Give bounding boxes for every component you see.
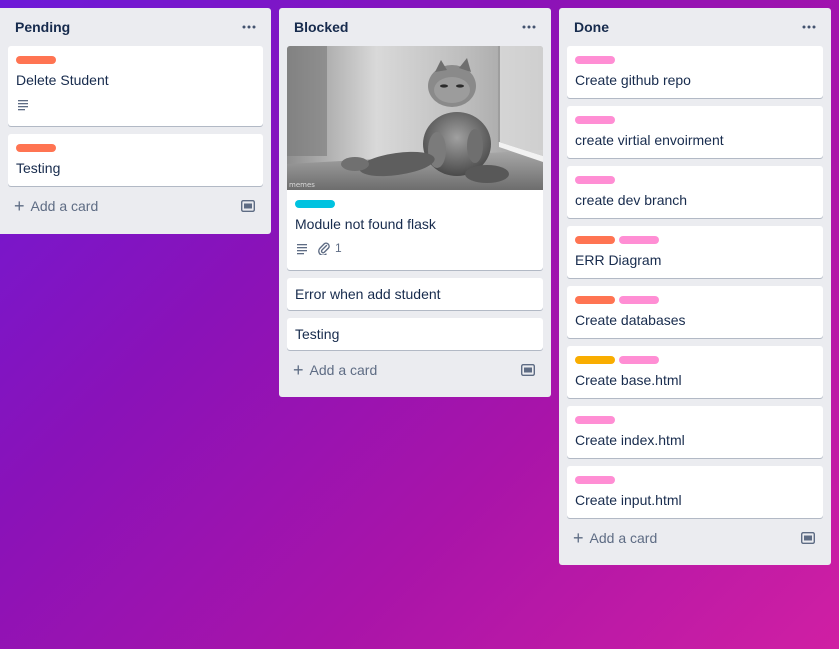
add-card-row: + Add a card bbox=[287, 356, 543, 384]
ellipsis-icon[interactable] bbox=[235, 13, 263, 41]
card-labels bbox=[575, 176, 815, 184]
card-labels bbox=[16, 144, 255, 152]
description-icon bbox=[295, 241, 309, 255]
card-title: Testing bbox=[16, 160, 61, 176]
list-header: Pending bbox=[8, 8, 263, 46]
card[interactable]: Testing bbox=[8, 134, 263, 186]
card-title: Module not found flask bbox=[295, 216, 436, 232]
card[interactable]: Testing bbox=[287, 318, 543, 350]
label-pink[interactable] bbox=[575, 56, 615, 64]
card[interactable]: Delete Student bbox=[8, 46, 263, 126]
card-title: Testing bbox=[295, 326, 340, 342]
card[interactable]: create dev branch bbox=[567, 166, 823, 218]
list-pending: Pending Delete Student Testing + Add a c… bbox=[0, 8, 271, 234]
add-card-label: Add a card bbox=[589, 530, 658, 546]
list-title[interactable]: Pending bbox=[15, 19, 70, 35]
card-labels bbox=[575, 476, 815, 484]
card-badges bbox=[16, 94, 255, 114]
board: Pending Delete Student Testing + Add a c… bbox=[0, 0, 839, 649]
add-card-row: + Add a card bbox=[567, 524, 823, 552]
list-header: Done bbox=[567, 8, 823, 46]
card-title: Create github repo bbox=[575, 72, 691, 88]
list-title[interactable]: Done bbox=[574, 19, 609, 35]
card-template-icon[interactable] bbox=[799, 529, 817, 547]
plus-icon: + bbox=[573, 528, 584, 548]
list-title[interactable]: Blocked bbox=[294, 19, 348, 35]
card-labels bbox=[295, 200, 535, 208]
add-card-button[interactable]: + Add a card bbox=[14, 197, 98, 215]
label-pink[interactable] bbox=[575, 476, 615, 484]
label-red[interactable] bbox=[16, 56, 56, 64]
cat-cover-image: memes bbox=[287, 46, 543, 190]
list-header: Blocked bbox=[287, 8, 543, 46]
card-labels bbox=[575, 416, 815, 424]
card[interactable]: ERR Diagram bbox=[567, 226, 823, 278]
label-pink[interactable] bbox=[619, 236, 659, 244]
add-card-label: Add a card bbox=[30, 198, 99, 214]
card-title: ERR Diagram bbox=[575, 252, 662, 268]
ellipsis-icon[interactable] bbox=[795, 13, 823, 41]
label-red[interactable] bbox=[16, 144, 56, 152]
card-badges: 1 bbox=[295, 238, 535, 258]
card-title: Create databases bbox=[575, 312, 686, 328]
card-title: Error when add student bbox=[295, 286, 441, 302]
card[interactable]: Create github repo bbox=[567, 46, 823, 98]
card-title: Delete Student bbox=[16, 72, 109, 88]
card[interactable]: Create index.html bbox=[567, 406, 823, 458]
attachment-count: 1 bbox=[335, 241, 342, 255]
card-labels bbox=[16, 56, 255, 64]
card-title: Create input.html bbox=[575, 492, 682, 508]
add-card-label: Add a card bbox=[309, 362, 378, 378]
paperclip-icon bbox=[317, 241, 331, 255]
add-card-button[interactable]: + Add a card bbox=[573, 529, 657, 547]
card-labels bbox=[575, 56, 815, 64]
label-red[interactable] bbox=[575, 236, 615, 244]
card-body: Module not found flask 1 bbox=[287, 190, 543, 264]
card[interactable]: memes Module not found flask 1 bbox=[287, 46, 543, 270]
card-title: Create index.html bbox=[575, 432, 685, 448]
label-pink[interactable] bbox=[575, 176, 615, 184]
ellipsis-icon[interactable] bbox=[515, 13, 543, 41]
attachment-badge: 1 bbox=[317, 241, 342, 255]
label-pink[interactable] bbox=[619, 296, 659, 304]
card-title: create virtial envoirment bbox=[575, 132, 724, 148]
label-cyan[interactable] bbox=[295, 200, 335, 208]
card[interactable]: Create databases bbox=[567, 286, 823, 338]
card-labels bbox=[575, 236, 815, 244]
card-labels bbox=[575, 356, 815, 364]
list-blocked: Blocked memes Module not found flask 1 E… bbox=[279, 8, 551, 397]
list-done: Done Create github repo create virtial e… bbox=[559, 8, 831, 565]
description-icon bbox=[16, 97, 30, 111]
card-title: Create base.html bbox=[575, 372, 682, 388]
card-template-icon[interactable] bbox=[239, 197, 257, 215]
card[interactable]: Error when add student bbox=[287, 278, 543, 310]
card[interactable]: Create base.html bbox=[567, 346, 823, 398]
label-pink[interactable] bbox=[619, 356, 659, 364]
add-card-button[interactable]: + Add a card bbox=[293, 361, 377, 379]
card[interactable]: create virtial envoirment bbox=[567, 106, 823, 158]
cover-watermark: memes bbox=[289, 181, 315, 189]
add-card-row: + Add a card bbox=[8, 192, 263, 220]
card[interactable]: Create input.html bbox=[567, 466, 823, 518]
label-orange[interactable] bbox=[575, 356, 615, 364]
card-template-icon[interactable] bbox=[519, 361, 537, 379]
label-pink[interactable] bbox=[575, 116, 615, 124]
plus-icon: + bbox=[14, 196, 25, 216]
label-pink[interactable] bbox=[575, 416, 615, 424]
card-labels bbox=[575, 116, 815, 124]
label-red[interactable] bbox=[575, 296, 615, 304]
plus-icon: + bbox=[293, 360, 304, 380]
card-labels bbox=[575, 296, 815, 304]
card-title: create dev branch bbox=[575, 192, 688, 208]
